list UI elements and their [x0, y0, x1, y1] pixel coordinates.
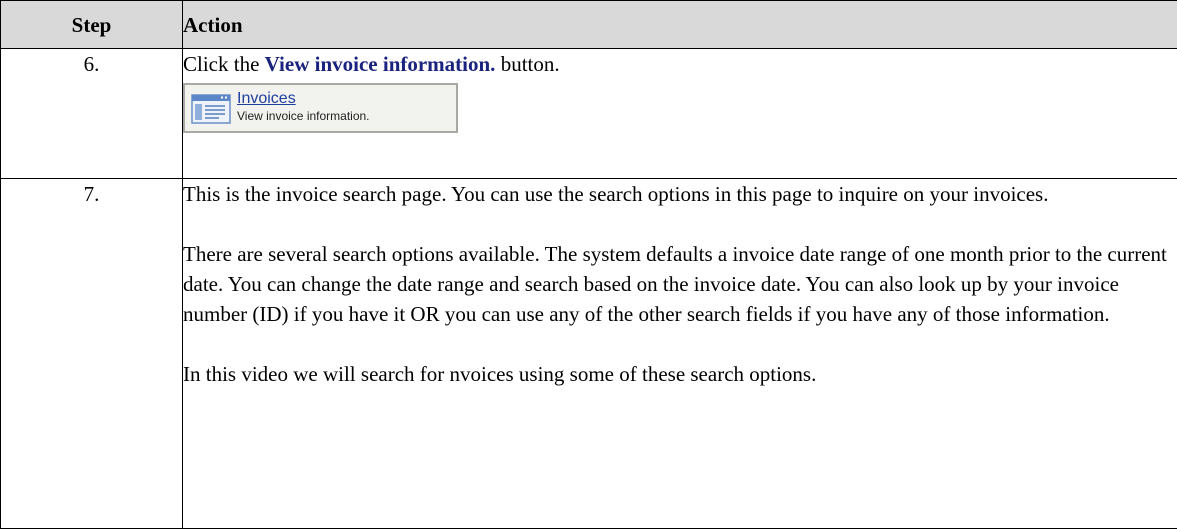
action-column-header: Action — [183, 1, 1177, 49]
invoices-link-screenshot[interactable]: Invoices View invoice information. — [183, 83, 458, 133]
step-number: 7. — [1, 179, 183, 529]
invoices-link-description: View invoice information. — [237, 108, 370, 124]
action-cell: This is the invoice search page. You can… — [183, 179, 1177, 529]
table-header-row: Step Action — [1, 1, 1177, 49]
action-paragraph: In this video we will search for nvoices… — [183, 359, 1177, 389]
action-instruction: Click the View invoice information. butt… — [183, 49, 1177, 79]
table-row: 6. Click the View invoice information. b… — [1, 49, 1177, 179]
instruction-suffix: button. — [495, 52, 559, 76]
invoices-link-title[interactable]: Invoices — [237, 90, 370, 108]
step-column-header: Step — [1, 1, 183, 49]
steps-table: Step Action 6. Click the View invoice in… — [0, 0, 1177, 529]
step-number: 6. — [1, 49, 183, 179]
document-list-icon — [191, 94, 231, 124]
button-name-reference: View invoice information. — [265, 52, 496, 76]
action-paragraph: This is the invoice search page. You can… — [183, 179, 1177, 209]
action-paragraph: There are several search options availab… — [183, 239, 1177, 329]
invoices-link-text: Invoices View invoice information. — [237, 90, 370, 124]
instruction-prefix: Click the — [183, 52, 265, 76]
table-row: 7. This is the invoice search page. You … — [1, 179, 1177, 529]
action-cell: Click the View invoice information. butt… — [183, 49, 1177, 179]
